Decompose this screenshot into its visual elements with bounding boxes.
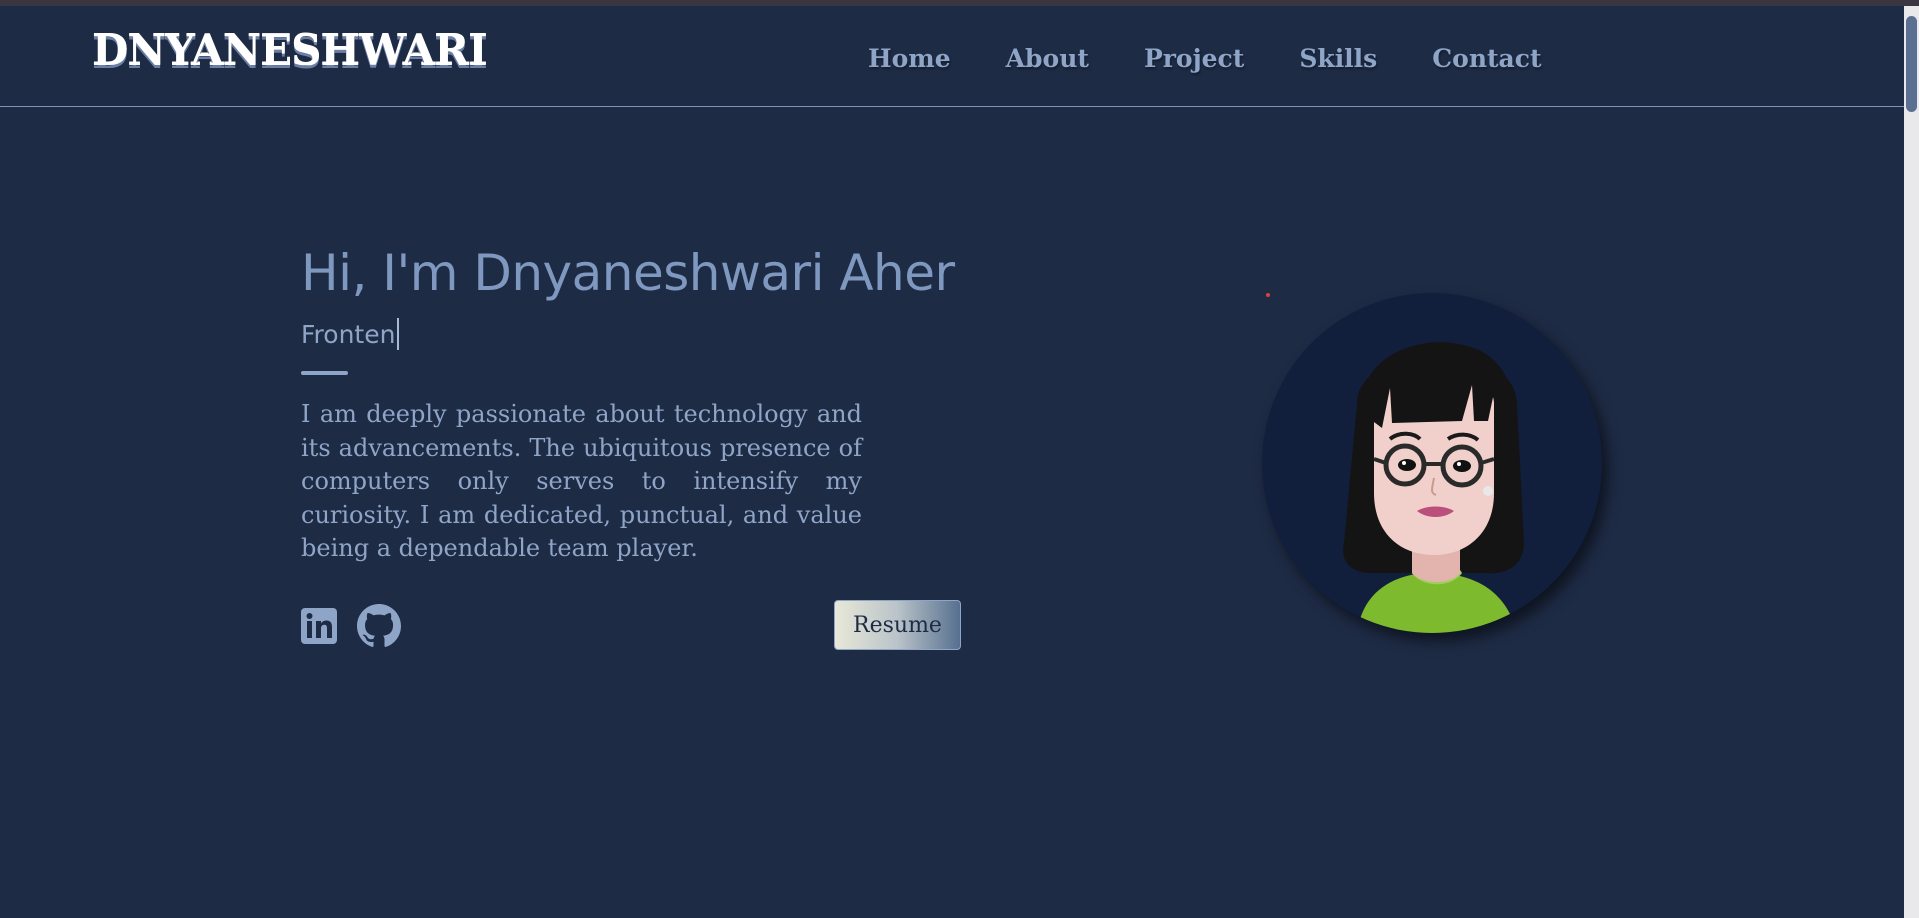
- nav-project-link[interactable]: Project: [1144, 44, 1244, 73]
- github-icon[interactable]: [357, 604, 401, 652]
- nav-contact-link[interactable]: Contact: [1432, 44, 1541, 73]
- avatar-illustration: [1343, 342, 1524, 633]
- title-underline: [301, 371, 348, 375]
- scrollbar-thumb[interactable]: [1906, 16, 1917, 112]
- navbar: DNYANESHWARI Home About Project Skills C…: [0, 6, 1904, 107]
- bio-paragraph: I am deeply passionate about technology …: [301, 400, 862, 562]
- cursor-dot: [1266, 293, 1270, 297]
- nav-links: Home About Project Skills Contact: [868, 44, 1597, 73]
- typed-text: Fronten: [301, 319, 396, 349]
- nav-skills-link[interactable]: Skills: [1299, 44, 1377, 73]
- nav-about-link[interactable]: About: [1006, 44, 1089, 73]
- typing-caret: [397, 318, 400, 350]
- typed-role-text: Fronten: [301, 318, 400, 350]
- scrollbar-track[interactable]: [1904, 6, 1919, 918]
- avatar: [1262, 293, 1602, 633]
- social-links: [301, 604, 401, 652]
- linkedin-icon[interactable]: [301, 608, 337, 648]
- site-logo[interactable]: DNYANESHWARI: [92, 30, 488, 72]
- hero-title: Hi, I'm Dnyaneshwari Aher: [301, 244, 955, 302]
- resume-button[interactable]: Resume: [834, 600, 961, 650]
- nav-home-link[interactable]: Home: [868, 44, 951, 73]
